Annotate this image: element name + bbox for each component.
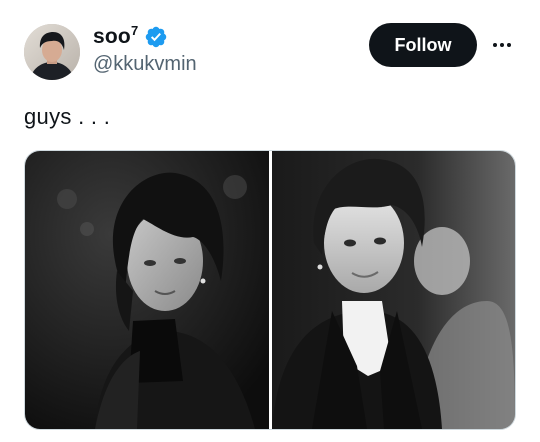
author-name-row[interactable]: soo7 bbox=[93, 24, 168, 50]
avatar-photo bbox=[24, 24, 80, 80]
tweet-card: soo7 @kkukvmin Follow guys . . . bbox=[0, 0, 540, 442]
follow-button[interactable]: Follow bbox=[369, 23, 477, 67]
verified-badge-icon bbox=[146, 26, 167, 48]
display-name[interactable]: soo7 bbox=[93, 23, 139, 49]
tweet-text: guys . . . bbox=[24, 104, 111, 129]
more-dot bbox=[493, 43, 497, 47]
portrait-photo-2 bbox=[272, 151, 515, 429]
avatar[interactable] bbox=[24, 24, 80, 80]
portrait-photo-1 bbox=[25, 151, 269, 429]
author-handle[interactable]: @kkukvmin bbox=[93, 53, 197, 76]
more-options-icon[interactable] bbox=[488, 33, 516, 57]
more-dot bbox=[500, 43, 504, 47]
more-dot bbox=[507, 43, 511, 47]
media-photo-2[interactable] bbox=[272, 151, 515, 429]
display-name-superscript: 7 bbox=[130, 23, 139, 38]
media-grid bbox=[24, 150, 516, 430]
media-photo-1[interactable] bbox=[25, 151, 269, 429]
